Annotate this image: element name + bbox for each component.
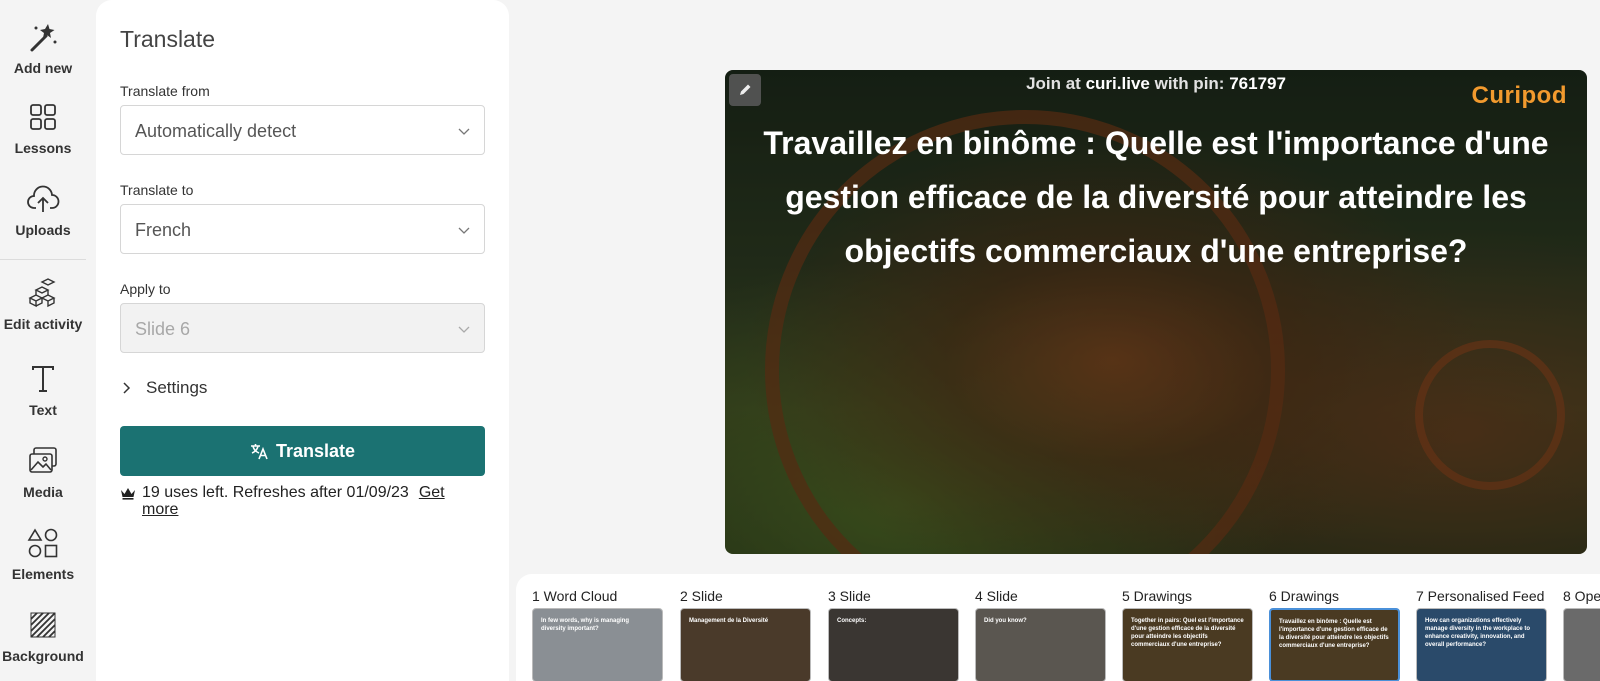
thumbnail-slide-5[interactable]: 5 Drawings Together in pairs: Quel est l… [1122,588,1253,681]
thumbnail-label: 2 Slide [680,588,723,604]
lessons-button[interactable]: Lessons [0,100,86,156]
panel-title: Translate [120,26,216,52]
thumbnail-label: 4 Slide [975,588,1018,604]
thumbnail-image: How can organizations effectively manage… [1416,608,1547,681]
chevron-right-icon [123,382,131,394]
thumbnail-image: Concepts: [828,608,959,681]
image-icon [29,447,57,473]
translate-from-label: Translate from [120,83,210,99]
rail-divider [0,259,86,260]
settings-toggle[interactable]: Settings [120,378,207,398]
translate-button[interactable]: Translate [120,426,485,476]
thumbnail-text: Travaillez en binôme : Quelle est l'impo… [1279,619,1389,649]
thumbnail-label: 1 Word Cloud [532,588,618,604]
thumbnail-text: Together in pairs: Quel est l'importance… [1131,618,1244,648]
thumbnail-text: Management de la Diversité [689,618,769,624]
hatch-icon [30,612,56,638]
translate-to-label: Translate to [120,182,194,198]
text-icon [32,366,54,392]
thumbnail-slide-3[interactable]: 3 Slide Concepts: [828,588,959,681]
thumbnail-image: Travaillez en binôme : Quelle est l'impo… [1269,608,1400,681]
thumbnail-image: Management de la Diversité [680,608,811,681]
text-button[interactable]: Text [0,362,86,418]
shapes-icon [27,528,58,558]
elements-button[interactable]: Elements [0,526,86,582]
add-new-label: Add new [13,60,73,76]
curipod-logo: Curipod [1471,82,1567,109]
elements-label: Elements [11,566,75,582]
translate-from-select[interactable]: Automatically detect [120,105,485,155]
thumbnail-image [1563,608,1600,681]
thumbnail-slide-6[interactable]: 6 Drawings Travaillez en binôme : Quelle… [1269,588,1400,681]
thumbnail-label: 5 Drawings [1122,588,1193,604]
thumbnail-text: Concepts: [837,618,867,624]
lessons-label: Lessons [14,140,72,156]
translate-from-value: Automatically detect [135,121,297,141]
thumbnail-slide-2[interactable]: 2 Slide Management de la Diversité [680,588,811,681]
background-button[interactable]: Background [0,608,86,664]
thumbnail-slide-1[interactable]: 1 Word Cloud In few words, why is managi… [532,588,663,681]
join-pin-text: Join at curi.live with pin: 761797 [1026,74,1286,93]
thumbnail-image: In few words, why is managing diversity … [532,608,663,681]
crown-icon [121,488,135,500]
thumbnail-image: Together in pairs: Quel est l'importance… [1122,608,1253,681]
thumbnail-label: 7 Personalised Feed [1416,588,1545,604]
thumbnail-label: 8 Ope [1563,588,1600,604]
slide-title: Travaillez en binôme : Quelle est l'impo… [763,125,1549,269]
edit-activity-label: Edit activity [3,316,83,332]
media-button[interactable]: Media [0,444,86,500]
magic-wand-icon [30,24,57,52]
thumbnail-image: Did you know? [975,608,1106,681]
chevron-down-icon [458,128,470,135]
left-toolbar: Add new Lessons Uploads Edit activity Te… [0,0,86,681]
chevron-down-icon [458,227,470,234]
thumbnail-text: How can organizations effectively manage… [1425,618,1531,648]
settings-label: Settings [146,378,208,397]
background-label: Background [2,648,84,664]
uploads-button[interactable]: Uploads [0,182,86,238]
thumbnail-label: 6 Drawings [1269,588,1340,604]
thumbnail-text: In few words, why is managing diversity … [541,618,630,632]
translate-icon [250,444,268,460]
grid-icon [30,104,56,130]
thumbnail-text: Did you know? [984,618,1027,624]
slide-preview[interactable]: Join at curi.live with pin: 761797 Curip… [725,70,1587,554]
translate-to-value: French [135,220,192,240]
uses-left-text: 19 uses left. Refreshes after 01/09/23 [142,484,409,501]
thumbnail-slide-7[interactable]: 7 Personalised Feed How can organization… [1416,588,1547,681]
media-label: Media [23,484,63,500]
edit-activity-button[interactable]: Edit activity [0,276,86,332]
apply-to-select[interactable]: Slide 6 [120,303,485,353]
usage-info: 19 uses left. Refreshes after 01/09/23 Ge… [120,484,485,518]
translate-button-label: Translate [275,440,356,461]
apply-to-label: Apply to [120,281,171,297]
thumbnail-slide-4[interactable]: 4 Slide Did you know? [975,588,1106,681]
slide-thumbnail-strip: 1 Word Cloud In few words, why is managi… [516,574,1600,681]
uploads-label: Uploads [15,222,71,238]
add-new-button[interactable]: Add new [0,20,86,76]
text-label: Text [29,402,57,418]
translate-to-select[interactable]: French [120,204,485,254]
translate-panel: Translate Translate from Automatically d… [96,0,509,681]
thumbnail-slide-8[interactable]: 8 Ope [1563,588,1600,681]
cloud-upload-icon [27,185,60,212]
thumbnail-label: 3 Slide [828,588,871,604]
blocks-icon [28,278,56,308]
apply-to-value: Slide 6 [135,319,191,339]
chevron-down-icon [458,326,470,333]
